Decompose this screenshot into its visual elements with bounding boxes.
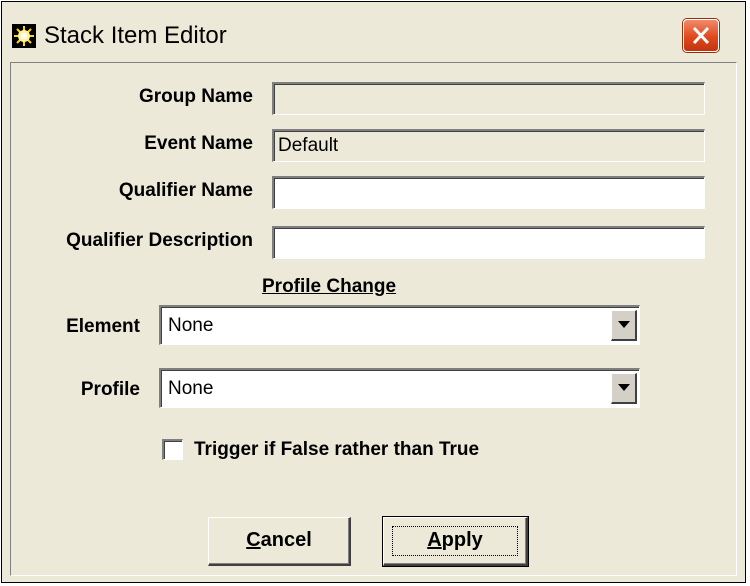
qualifier-description-label: Qualifier Description (66, 230, 253, 251)
element-dropdown-value: None (168, 315, 214, 336)
event-name-label: Event Name (144, 133, 253, 154)
profile-label: Profile (80, 379, 140, 400)
title-bar[interactable]: Stack Item Editor (2, 2, 745, 60)
element-label: Element (66, 316, 140, 337)
close-button[interactable] (683, 19, 719, 52)
event-name-field: Default (272, 129, 705, 162)
profile-dropdown-value: None (168, 378, 214, 399)
group-name-label: Group Name (138, 86, 253, 107)
apply-button[interactable]: Apply (383, 517, 528, 566)
trigger-checkbox[interactable] (162, 439, 183, 460)
apply-button-label: Apply (427, 529, 483, 551)
profile-change-heading: Profile Change (262, 276, 397, 297)
chevron-down-icon (618, 384, 630, 391)
qualifier-name-input[interactable] (272, 176, 705, 209)
profile-dropdown-button[interactable] (611, 373, 637, 404)
trigger-checkbox-label[interactable]: Trigger if False rather than True (194, 439, 479, 461)
chevron-down-icon (618, 321, 630, 328)
cancel-button-label: Cancel (246, 529, 312, 551)
element-dropdown[interactable]: None (159, 305, 640, 345)
starburst-icon (12, 24, 36, 48)
close-icon (692, 26, 710, 45)
cancel-button[interactable]: Cancel (208, 517, 351, 566)
stack-item-editor-window: Stack Item Editor Group Name Event Name … (1, 1, 746, 583)
group-name-field (272, 82, 705, 115)
window-title: Stack Item Editor (44, 22, 227, 49)
profile-dropdown[interactable]: None (159, 368, 640, 408)
qualifier-description-input[interactable] (272, 226, 705, 259)
element-dropdown-button[interactable] (611, 310, 637, 341)
qualifier-name-label: Qualifier Name (118, 180, 253, 201)
